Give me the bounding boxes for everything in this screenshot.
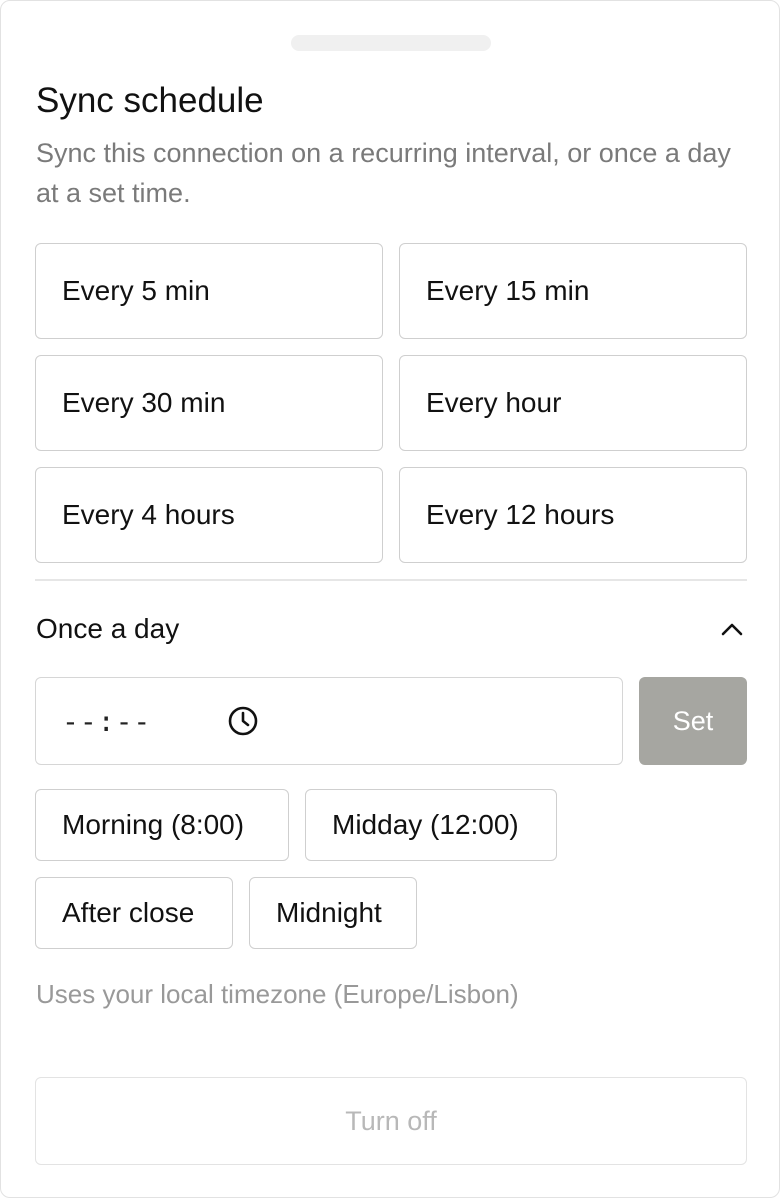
once-a-day-toggle[interactable]: Once a day [36,607,746,651]
preset-after-close[interactable]: After close [35,877,233,949]
time-row: --:-- Set [35,677,747,765]
sync-schedule-sheet: Sync schedule Sync this connection on a … [0,0,780,1198]
turn-off-button[interactable]: Turn off [35,1077,747,1165]
time-input-value: --:-- [62,704,152,738]
interval-option-4hours[interactable]: Every 4 hours [35,467,383,563]
interval-option-5min[interactable]: Every 5 min [35,243,383,339]
preset-midday[interactable]: Midday (12:00) [305,789,557,861]
interval-option-30min[interactable]: Every 30 min [35,355,383,451]
interval-option-15min[interactable]: Every 15 min [399,243,747,339]
preset-morning[interactable]: Morning (8:00) [35,789,289,861]
time-input[interactable]: --:-- [35,677,623,765]
chevron-up-icon [718,615,746,643]
interval-option-12hours[interactable]: Every 12 hours [399,467,747,563]
clock-icon[interactable] [226,704,260,738]
drag-handle[interactable] [291,35,491,51]
divider [35,579,747,581]
set-button[interactable]: Set [639,677,747,765]
page-subtitle: Sync this connection on a recurring inte… [36,138,731,208]
interval-option-hour[interactable]: Every hour [399,355,747,451]
interval-options: Every 5 min Every 15 min Every 30 min Ev… [35,243,747,563]
timezone-hint: Uses your local timezone (Europe/Lisbon) [36,979,519,1009]
once-a-day-title: Once a day [36,613,180,644]
time-presets: Morning (8:00) Midday (12:00) After clos… [35,789,747,949]
page-title: Sync schedule [36,81,264,120]
preset-midnight[interactable]: Midnight [249,877,417,949]
